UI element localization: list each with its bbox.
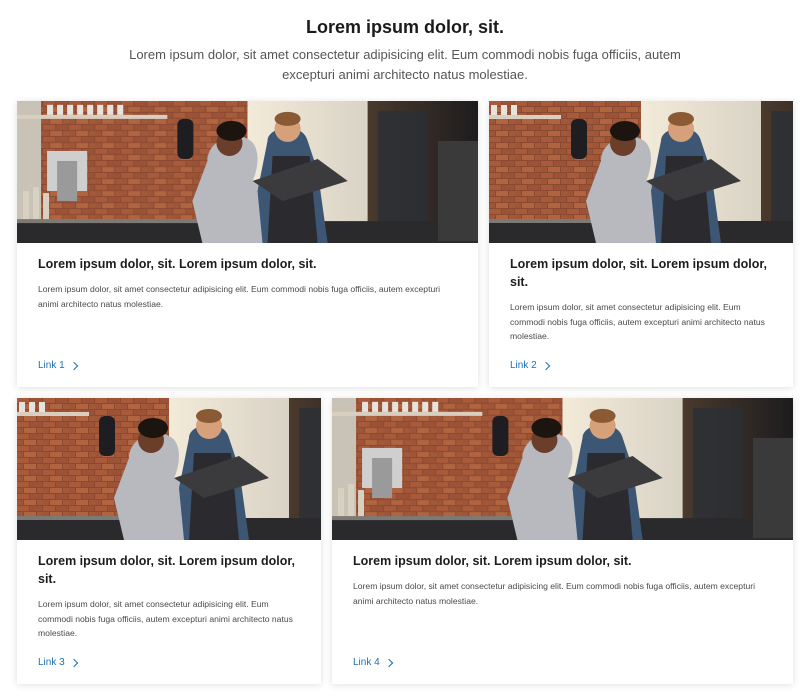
chevron-right-icon [384, 658, 393, 668]
card-link-4[interactable]: Link 4 [353, 657, 393, 668]
card-link-label: Link 1 [38, 360, 65, 371]
card-title: Lorem ipsum dolor, sit. Lorem ipsum dolo… [38, 257, 317, 271]
chevron-right-icon [69, 361, 78, 371]
card-title: Lorem ipsum dolor, sit. Lorem ipsum dolo… [38, 554, 295, 586]
card-link-1[interactable]: Link 1 [38, 360, 78, 371]
card-1: Lorem ipsum dolor, sit. Lorem ipsum dolo… [17, 101, 478, 387]
page: Lorem ipsum dolor, sit. Lorem ipsum dolo… [0, 0, 810, 698]
card-image [332, 398, 793, 540]
section-subtitle: Lorem ipsum dolor, sit amet consectetur … [129, 47, 681, 82]
card-link-2[interactable]: Link 2 [510, 360, 550, 371]
card-image [489, 101, 793, 243]
card-link-label: Link 2 [510, 360, 537, 371]
chevron-right-icon [541, 361, 550, 371]
card-3: Lorem ipsum dolor, sit. Lorem ipsum dolo… [17, 398, 321, 684]
card-image [17, 398, 321, 540]
card-image [17, 101, 478, 243]
card-link-label: Link 3 [38, 657, 65, 668]
card-4: Lorem ipsum dolor, sit. Lorem ipsum dolo… [332, 398, 793, 684]
chevron-right-icon [69, 658, 78, 668]
card-2: Lorem ipsum dolor, sit. Lorem ipsum dolo… [489, 101, 793, 387]
card-description: Lorem ipsum dolor, sit amet consectetur … [510, 302, 765, 341]
section-header: Lorem ipsum dolor, sit. Lorem ipsum dolo… [0, 15, 810, 85]
card-link-label: Link 4 [353, 657, 380, 668]
card-description: Lorem ipsum dolor, sit amet consectetur … [38, 284, 441, 309]
card-title: Lorem ipsum dolor, sit. Lorem ipsum dolo… [510, 257, 767, 289]
card-title: Lorem ipsum dolor, sit. Lorem ipsum dolo… [353, 554, 632, 568]
section-title: Lorem ipsum dolor, sit. [305, 17, 505, 37]
card-description: Lorem ipsum dolor, sit amet consectetur … [38, 599, 293, 638]
card-description: Lorem ipsum dolor, sit amet consectetur … [353, 581, 756, 606]
card-link-3[interactable]: Link 3 [38, 657, 78, 668]
